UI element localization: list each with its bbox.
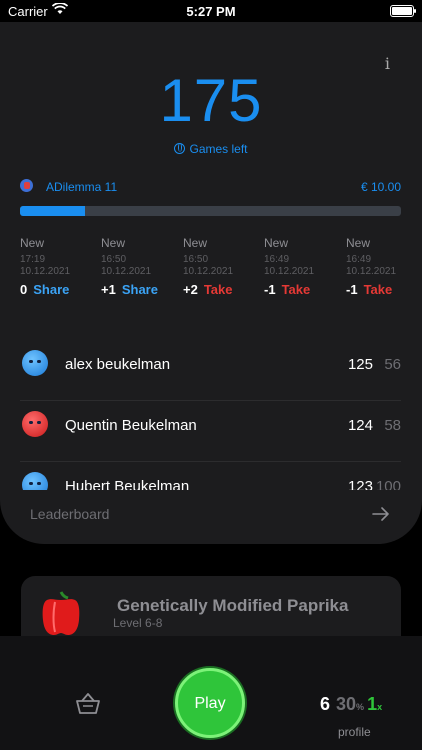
- play-label: Play: [194, 695, 226, 712]
- move-item: New 17:19 10.12.2021 0 Share: [20, 236, 100, 297]
- player-score: 124: [347, 417, 373, 434]
- leaderboard-list[interactable]: alex beukelman 125 56 Quentin Beukelman …: [0, 340, 422, 490]
- level-title: Genetically Modified Paprika: [117, 596, 349, 615]
- move-time: 17:19: [20, 254, 46, 265]
- player-name: Hubert Beukelman: [65, 478, 190, 490]
- game-card: i 175 Games left ADilemma 11 € 10.00 New…: [0, 22, 422, 544]
- move-item: New 16:50 10.12.2021 +1 Share: [101, 236, 181, 297]
- stat-number: 6: [320, 694, 331, 714]
- leaderboard-link[interactable]: Leaderboard: [30, 506, 109, 522]
- stat-multiplier: 1: [367, 694, 378, 714]
- battery-icon: [390, 5, 416, 17]
- move-item: New 16:49 10.12.2021 -1 Take: [264, 236, 344, 297]
- stat-percent: 30: [336, 694, 357, 714]
- games-left-label: Games left: [189, 142, 248, 156]
- move-state: New: [264, 236, 289, 250]
- dilemma-progress-bar: [20, 206, 401, 216]
- move-date: 10.12.2021: [183, 266, 234, 277]
- move-time: 16:50: [183, 254, 209, 265]
- basket-icon[interactable]: [74, 691, 102, 715]
- player-score: 125: [347, 356, 373, 373]
- move-action: Take: [281, 282, 311, 297]
- clock: 5:27 PM: [186, 4, 236, 19]
- games-left-count: 175: [159, 67, 263, 134]
- angry-avatar-icon: [22, 411, 48, 437]
- move-action: Share: [121, 282, 158, 297]
- stat-multiplier-sign: x: [377, 702, 383, 712]
- player-name: Quentin Beukelman: [65, 417, 197, 434]
- move-state: New: [20, 236, 45, 250]
- leaderboard-row[interactable]: alex beukelman 125 56: [20, 340, 401, 401]
- smile-avatar-icon: [22, 472, 48, 490]
- status-bar: Carrier 5:27 PM: [0, 0, 422, 22]
- move-action: Share: [33, 282, 70, 297]
- move-action: Take: [363, 282, 393, 297]
- stat-percent-sign: %: [356, 702, 365, 712]
- arrow-right-icon[interactable]: [372, 506, 390, 522]
- play-button[interactable]: Play: [175, 668, 245, 738]
- move-date: 10.12.2021: [346, 266, 397, 277]
- move-date: 10.12.2021: [101, 266, 152, 277]
- move-time: 16:49: [346, 254, 372, 265]
- move-date: 10.12.2021: [20, 266, 71, 277]
- move-date: 10.12.2021: [264, 266, 315, 277]
- move-state: New: [346, 236, 371, 250]
- player-score: 123: [347, 478, 373, 490]
- move-item: New 16:50 10.12.2021 +2 Take: [183, 236, 263, 297]
- dilemma-amount: € 10.00: [360, 180, 401, 194]
- profile-stats[interactable]: 6 30% 1x: [320, 694, 382, 715]
- bottom-bar: Play 6 30% 1x profile: [0, 636, 422, 750]
- player-games: 56: [384, 356, 401, 373]
- move-points: -1: [346, 282, 358, 297]
- profile-link[interactable]: profile: [338, 725, 371, 739]
- move-item: New 16:49 10.12.2021 -1 Take: [346, 236, 422, 297]
- leaderboard-row[interactable]: Hubert Beukelman 123 100: [20, 462, 401, 490]
- move-points: 0: [20, 282, 28, 297]
- move-points: +2: [183, 282, 198, 297]
- player-games: 58: [384, 417, 401, 434]
- level-subtitle: Level 6-8: [113, 616, 163, 630]
- move-points: -1: [264, 282, 276, 297]
- dilemma-logo-icon: [20, 179, 33, 192]
- player-name: alex beukelman: [65, 356, 171, 373]
- move-points: +1: [101, 282, 116, 297]
- paprika-icon: [42, 591, 80, 635]
- move-time: 16:49: [264, 254, 290, 265]
- dilemma-name: ADilemma 11: [46, 180, 118, 194]
- dilemma-row[interactable]: ADilemma 11 € 10.00: [20, 178, 401, 196]
- games-left-caption: Games left: [0, 142, 422, 156]
- move-state: New: [183, 236, 208, 250]
- leaderboard-row[interactable]: Quentin Beukelman 124 58: [20, 401, 401, 462]
- globe-icon: [174, 143, 186, 154]
- player-games: 100: [375, 478, 401, 490]
- move-state: New: [101, 236, 126, 250]
- move-time: 16:50: [101, 254, 127, 265]
- dilemma-progress-fill: [20, 206, 85, 216]
- move-action: Take: [203, 282, 233, 297]
- smile-avatar-icon: [22, 350, 48, 376]
